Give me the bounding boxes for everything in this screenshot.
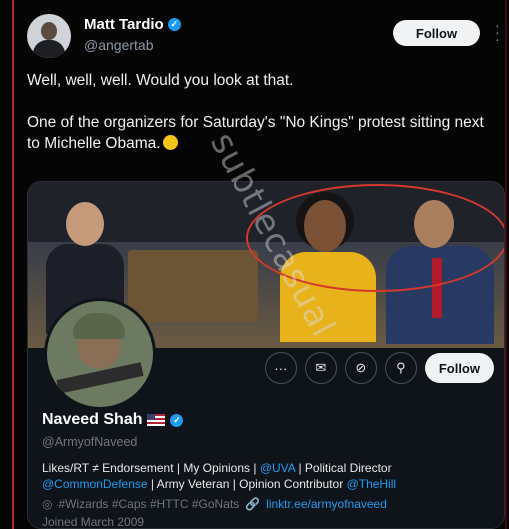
flushed-face-emoji-icon	[162, 135, 178, 150]
profile-follow-button[interactable]: Follow	[424, 353, 494, 383]
us-flag-icon	[147, 414, 166, 426]
tweet-text: Well, well, well. Would you look at that…	[27, 70, 497, 154]
message-icon[interactable]: ✉	[304, 352, 337, 384]
avatar-body	[33, 40, 65, 58]
bio-link-uva[interactable]: @UVA	[260, 461, 295, 475]
link-icon: 🔗	[245, 497, 261, 511]
author-avatar[interactable]	[27, 14, 71, 58]
left-red-border	[12, 0, 14, 529]
profile-name: Naveed Shah	[42, 411, 143, 428]
verified-badge-icon: ✓	[167, 18, 181, 31]
author-name[interactable]: Matt Tardio	[84, 16, 164, 33]
avatar-helmet	[73, 313, 125, 339]
more-icon[interactable]: · · ·	[495, 18, 500, 46]
profile-name-row: Naveed Shah ✓	[42, 411, 184, 429]
follow-button[interactable]: Follow	[393, 20, 480, 46]
profile-joined-date: Joined March 2009	[42, 515, 145, 529]
photo-seat-left	[128, 250, 258, 322]
bio-text-1: Likes/RT ≠ Endorsement | My Opinions |	[42, 461, 260, 475]
author-handle[interactable]: @angertab	[84, 37, 153, 53]
embedded-profile-card: ··· ✉ ⊘ ⚲ Follow Naveed Shah ✓ @ArmyofNa…	[28, 298, 504, 529]
profile-handle: @ArmyofNaveed	[42, 435, 138, 449]
search-icon[interactable]: ⚲	[384, 352, 417, 384]
bio-link-thehill[interactable]: @TheHill	[347, 477, 397, 491]
screenshot-frame: Matt Tardio ✓ @angertab Follow · · · Well,…	[0, 0, 509, 529]
notification-bell-icon[interactable]: ⊘	[344, 352, 377, 384]
photo-person-left-head	[66, 202, 104, 246]
profile-bio: Likes/RT ≠ Endorsement | My Opinions | @…	[42, 460, 492, 492]
right-border	[505, 0, 507, 529]
bio-text-2: | Political Director	[295, 461, 392, 475]
profile-verified-badge-icon: ✓	[170, 413, 184, 427]
avatar-head	[41, 22, 57, 40]
profile-hashtags: #Wizards #Caps #HTTC #GoNats	[58, 497, 240, 511]
bio-link-commondefense[interactable]: @CommonDefense	[42, 477, 148, 491]
tweet-line-2-wrapper: One of the organizers for Saturday's "No…	[27, 112, 497, 154]
profile-actions: ··· ✉ ⊘ ⚲ Follow	[264, 352, 494, 384]
bio-text-3: | Army Veteran | Opinion Contributor	[147, 477, 347, 491]
author-name-row: Matt Tardio ✓	[84, 16, 181, 33]
more-options-icon[interactable]: ···	[264, 352, 297, 384]
tweet-line-1: Well, well, well. Would you look at that…	[27, 72, 294, 89]
location-icon: ◎	[42, 497, 53, 511]
profile-meta: ◎ #Wizards #Caps #HTTC #GoNats 🔗 linktr.…	[42, 497, 387, 511]
profile-website-link[interactable]: linktr.ee/armyofnaveed	[266, 497, 387, 511]
profile-avatar[interactable]	[44, 298, 156, 410]
tweet-line-2: One of the organizers for Saturday's "No…	[27, 114, 484, 152]
